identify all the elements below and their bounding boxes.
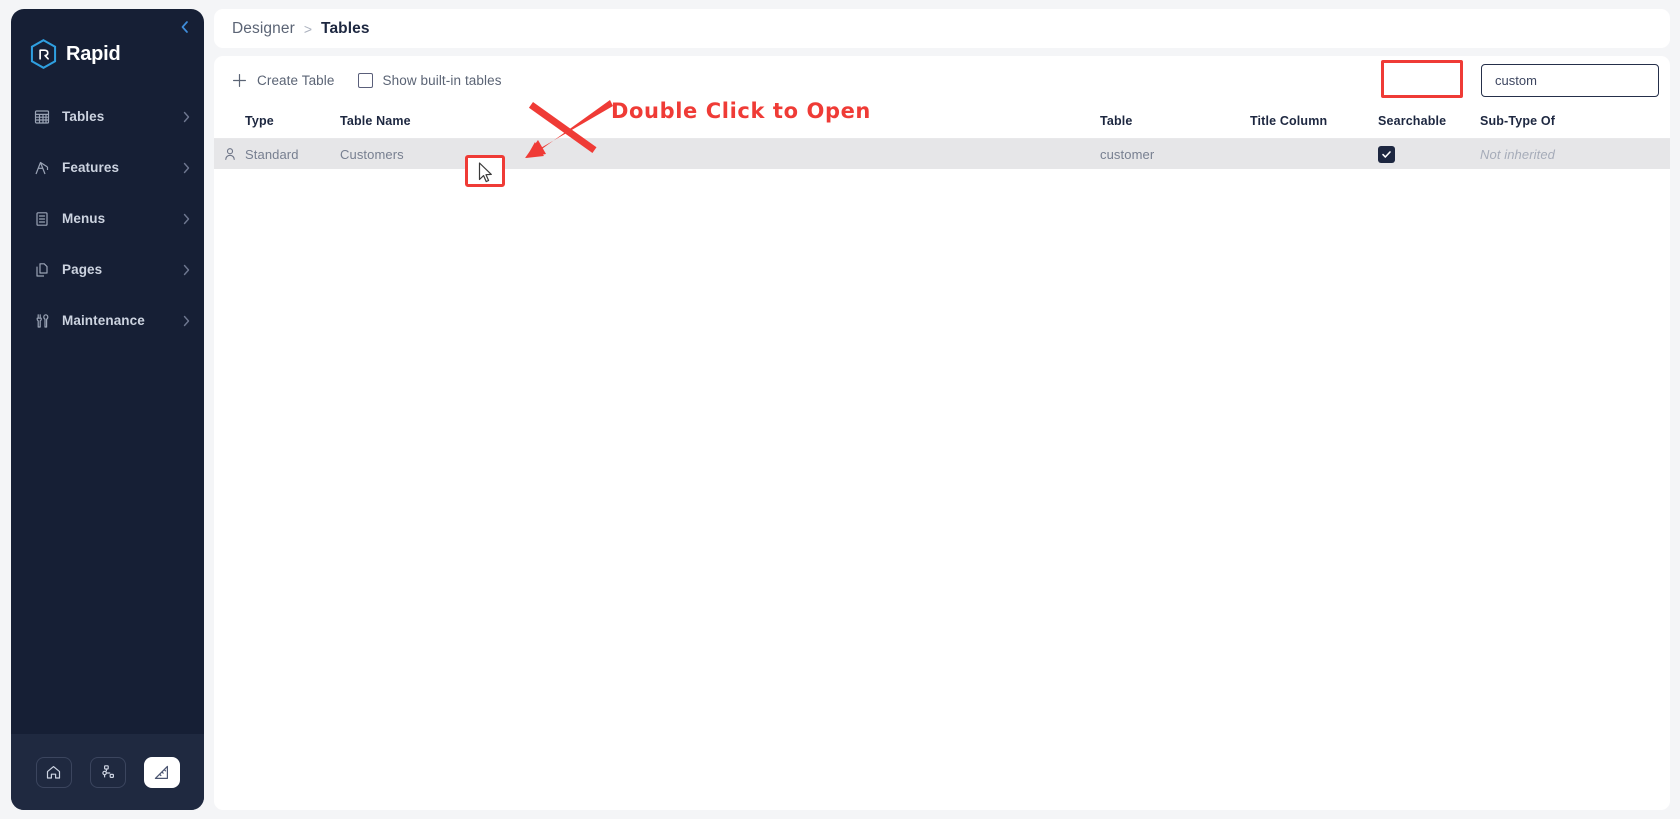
sidebar-collapse-icon[interactable] xyxy=(176,18,194,36)
pages-copy-icon xyxy=(33,261,50,278)
column-header-sub-type-of[interactable]: Sub-Type Of xyxy=(1480,114,1640,128)
search-input[interactable] xyxy=(1493,72,1670,89)
page-title: Tables xyxy=(321,19,370,37)
sidebar-item-menus[interactable]: Menus xyxy=(11,203,204,234)
show-builtin-tables-toggle[interactable]: Show built-in tables xyxy=(357,72,502,88)
sidebar-nav: Tables Features Menus Pages Maintenance xyxy=(11,101,204,336)
breadcrumb-separator-icon: > xyxy=(303,20,313,37)
toolbar: Create Table Show built-in tables xyxy=(214,56,1670,104)
plus-icon xyxy=(231,72,248,89)
tools-icon xyxy=(33,312,50,329)
cell-searchable xyxy=(1378,145,1480,163)
chevron-right-icon xyxy=(183,315,190,327)
tables-grid: Type Table Name Table Title Column Searc… xyxy=(214,104,1670,169)
table-row[interactable]: Standard Customers customer Not inherite… xyxy=(214,139,1670,169)
show-builtin-label: Show built-in tables xyxy=(382,72,502,88)
column-header-table-name[interactable]: Table Name xyxy=(340,114,1100,128)
sidebar-item-features[interactable]: Features xyxy=(11,152,204,183)
sidebar-item-pages[interactable]: Pages xyxy=(11,254,204,285)
cell-table-name: Customers xyxy=(340,146,404,162)
rapid-hexagon-logo xyxy=(30,39,57,69)
column-header-type[interactable]: Type xyxy=(245,114,340,128)
brand-name: Rapid xyxy=(66,42,121,65)
sidebar-item-label: Tables xyxy=(62,109,105,124)
breadcrumb: Designer > Tables xyxy=(214,9,1670,48)
table-grid-icon xyxy=(33,108,50,125)
sitemap-icon[interactable] xyxy=(89,756,126,788)
sidebar-item-label: Features xyxy=(62,160,120,175)
list-document-icon xyxy=(33,210,50,227)
sidebar-dock xyxy=(11,734,204,810)
app-root: Rapid Tables Features Menus Pages Mainte… xyxy=(0,0,1680,819)
cell-type: Standard xyxy=(245,146,299,162)
designer-ruler-icon[interactable] xyxy=(143,756,180,788)
show-builtin-checkbox[interactable] xyxy=(357,72,373,88)
sidebar: Rapid Tables Features Menus Pages Mainte… xyxy=(11,9,204,810)
chevron-right-icon xyxy=(183,213,190,225)
crane-icon xyxy=(33,159,50,176)
table-header-row: Type Table Name Table Title Column Searc… xyxy=(214,104,1670,139)
sidebar-item-maintenance[interactable]: Maintenance xyxy=(11,305,204,336)
sidebar-item-label: Menus xyxy=(62,211,106,226)
column-header-title-column[interactable]: Title Column xyxy=(1250,114,1378,128)
chevron-right-icon xyxy=(183,162,190,174)
create-table-button[interactable]: Create Table xyxy=(225,68,341,93)
chevron-right-icon xyxy=(183,111,190,123)
search-box[interactable] xyxy=(1481,64,1670,97)
cell-sub-type-of: Not inherited xyxy=(1480,146,1556,162)
brand: Rapid xyxy=(30,39,121,69)
sidebar-item-label: Maintenance xyxy=(62,313,145,328)
user-person-icon xyxy=(214,147,245,161)
breadcrumb-parent[interactable]: Designer xyxy=(232,20,295,38)
home-icon[interactable] xyxy=(35,756,72,788)
column-header-table[interactable]: Table xyxy=(1100,114,1250,128)
sidebar-item-label: Pages xyxy=(62,262,103,277)
create-table-label: Create Table xyxy=(257,72,335,88)
chevron-right-icon xyxy=(183,264,190,276)
sidebar-item-tables[interactable]: Tables xyxy=(11,101,204,132)
cell-table: customer xyxy=(1100,146,1155,162)
column-header-searchable[interactable]: Searchable xyxy=(1378,114,1480,128)
searchable-checkbox-checked[interactable] xyxy=(1378,145,1395,163)
tables-panel: Create Table Show built-in tables Type T… xyxy=(214,56,1670,810)
row-type-icon-cell xyxy=(214,147,245,161)
